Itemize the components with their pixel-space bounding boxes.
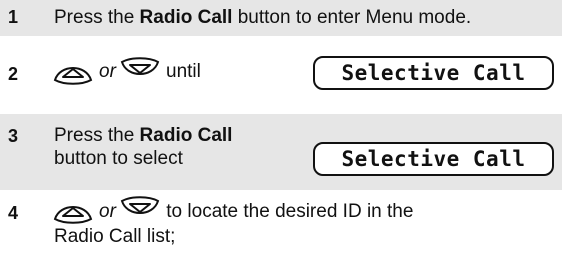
radio-call-button-label: Radio Call <box>139 7 233 28</box>
step-1: 1 Press the Radio Call button to enter M… <box>0 0 562 36</box>
step-4: 4 or to locate the desired ID in the Rad… <box>0 190 562 263</box>
step-text: Press the Radio Call button to enter Men… <box>54 7 472 28</box>
or-text: or <box>99 201 116 222</box>
scroll-down-key-icon <box>120 57 160 75</box>
step-number: 3 <box>8 126 19 146</box>
step-2: 2 or until Selective Call <box>0 36 562 114</box>
step-text: Press the Radio Call button to select <box>54 125 233 169</box>
radio-call-button-label: Radio Call <box>139 125 233 146</box>
display-selective-call: Selective Call <box>313 56 554 90</box>
step-number: 1 <box>8 7 19 27</box>
until-text: until <box>166 61 201 82</box>
scroll-down-key-icon <box>120 196 160 214</box>
step-3: 3 Press the Radio Call button to select … <box>0 114 562 190</box>
step-number: 2 <box>8 64 19 84</box>
display-selective-call: Selective Call <box>313 142 554 176</box>
step-text: to locate the desired ID in the <box>161 201 414 222</box>
scroll-up-key-icon <box>53 206 93 224</box>
scroll-up-key-icon <box>53 67 93 85</box>
step-text-line2: Radio Call list; <box>54 226 176 247</box>
step-number: 4 <box>8 203 19 223</box>
or-text: or <box>99 61 116 82</box>
